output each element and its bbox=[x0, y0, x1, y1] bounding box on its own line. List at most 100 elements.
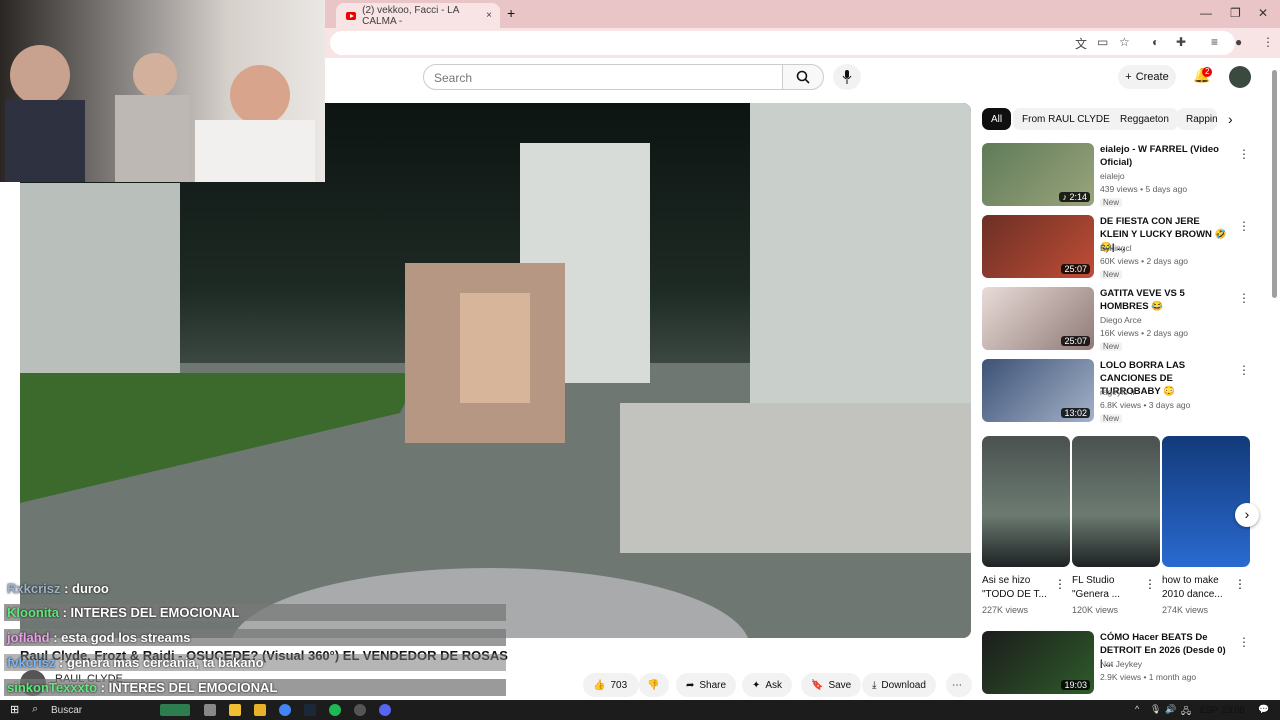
cast-icon[interactable]: ▭ bbox=[1097, 35, 1108, 49]
video-thumbnail[interactable]: ♪ 2:14 bbox=[982, 143, 1094, 206]
download-button[interactable]: ⤓ Download bbox=[862, 673, 936, 697]
short-views: 120K views bbox=[1072, 605, 1119, 615]
channel-name[interactable]: rageylo fr bbox=[1100, 387, 1135, 397]
notification-center-icon[interactable]: 💬 bbox=[1258, 704, 1269, 715]
more-vert-icon[interactable]: ⋮ bbox=[1238, 291, 1250, 305]
video-thumbnail[interactable]: 13:02 bbox=[982, 359, 1094, 422]
duration-badge: 13:02 bbox=[1061, 408, 1090, 418]
steam-icon[interactable] bbox=[304, 704, 316, 716]
taskbar bbox=[0, 700, 1280, 720]
search-input[interactable]: Search bbox=[423, 64, 783, 90]
channel-name[interactable]: Not Jeykey bbox=[1100, 659, 1142, 669]
video-thumbnail[interactable]: 25:07 bbox=[982, 287, 1094, 350]
new-tab-button[interactable]: + bbox=[507, 5, 515, 21]
folder-icon[interactable] bbox=[254, 704, 266, 716]
ask-button[interactable]: ✦ Ask bbox=[742, 673, 793, 697]
create-button[interactable]: + Create bbox=[1118, 65, 1176, 89]
windows-start-icon[interactable]: ⊞ bbox=[10, 703, 19, 716]
spotify-icon[interactable] bbox=[329, 704, 341, 716]
shorts-next-icon[interactable]: › bbox=[1235, 503, 1259, 527]
taskbar-search[interactable]: Buscar bbox=[51, 705, 82, 716]
more-vert-icon[interactable]: ⋮ bbox=[1238, 635, 1250, 649]
media-icon[interactable]: ≡ bbox=[1211, 35, 1218, 49]
chat-message: sinkonTexxxto : INTERES DEL EMOCIONAL bbox=[4, 679, 506, 696]
more-vert-icon[interactable]: ⋮ bbox=[1238, 219, 1250, 233]
more-vert-icon[interactable]: ⋮ bbox=[1238, 363, 1250, 377]
volume-icon[interactable]: 🔊 bbox=[1165, 704, 1176, 715]
browser-tab[interactable]: (2) vekkoo, Facci - LA CALMA - × bbox=[336, 3, 500, 28]
scrollbar-thumb[interactable] bbox=[1272, 70, 1277, 298]
recommendation-item[interactable]: 25:07 GATITA VEVE VS 5 HOMBRES 😂 Diego A… bbox=[982, 287, 1252, 353]
chip-all[interactable]: All bbox=[982, 108, 1012, 130]
maximize-icon[interactable]: ❐ bbox=[1230, 6, 1241, 20]
account-avatar[interactable] bbox=[1229, 66, 1251, 88]
chevron-right-icon[interactable]: › bbox=[1228, 111, 1233, 127]
tab-title: (2) vekkoo, Facci - LA CALMA - bbox=[362, 4, 459, 27]
short-title[interactable]: FL Studio "Genera ... bbox=[1072, 574, 1144, 602]
webcam-frame bbox=[5, 45, 315, 182]
recommendation-item[interactable]: 13:02 LOLO BORRA LAS CANCIONES DE TURROB… bbox=[982, 359, 1252, 425]
recommendation-item[interactable]: ♪ 2:14 eialejo - W FARREL (Video Oficial… bbox=[982, 143, 1252, 209]
channel-name[interactable]: Diego Arce bbox=[1100, 315, 1142, 325]
notification-badge: 2 bbox=[1202, 67, 1213, 77]
video-thumbnail[interactable]: 19:03 bbox=[982, 631, 1094, 694]
short-thumbnail[interactable] bbox=[1162, 436, 1250, 567]
file-explorer-icon[interactable] bbox=[229, 704, 241, 716]
chip-from-channel[interactable]: From RAUL CLYDE bbox=[1013, 108, 1119, 130]
search-button[interactable] bbox=[782, 64, 824, 90]
more-vert-icon[interactable]: ⋮ bbox=[1144, 577, 1156, 591]
network-icon[interactable]: 🖧 bbox=[1181, 704, 1191, 720]
duration-badge: 25:07 bbox=[1061, 336, 1090, 346]
widget-icon[interactable] bbox=[160, 704, 190, 716]
save-button[interactable]: 🔖 Save bbox=[801, 673, 862, 697]
like-button[interactable]: 👍 703 bbox=[583, 673, 639, 697]
bookmark-star-icon[interactable]: ☆ bbox=[1119, 35, 1130, 49]
obs-icon[interactable] bbox=[354, 704, 366, 716]
video-meta: 6.8K views • 3 days ago bbox=[1100, 400, 1191, 410]
short-thumbnail[interactable] bbox=[982, 436, 1070, 567]
short-title[interactable]: how to make 2010 dance... bbox=[1162, 574, 1234, 602]
minimize-icon[interactable]: — bbox=[1200, 6, 1212, 20]
chrome-icon[interactable] bbox=[279, 704, 291, 716]
chip-reggaeton[interactable]: Reggaeton bbox=[1111, 108, 1178, 130]
menu-icon[interactable]: ⋮ bbox=[1262, 35, 1274, 49]
save-label: Save bbox=[828, 679, 852, 691]
more-vert-icon[interactable]: ⋮ bbox=[1054, 577, 1066, 591]
dislike-button[interactable]: 👎 bbox=[639, 673, 669, 697]
recommendation-item[interactable]: 19:03 CÓMO Hacer BEATS De DETROIT En 202… bbox=[982, 631, 1252, 697]
short-title[interactable]: Asi se hizo "TODO DE T... bbox=[982, 574, 1054, 602]
video-title[interactable]: GATITA VEVE VS 5 HOMBRES 😂 bbox=[1100, 287, 1230, 313]
recommendation-item[interactable]: 25:07 DE FIESTA CON JERE KLEIN Y LUCKY B… bbox=[982, 215, 1252, 281]
more-actions-button[interactable]: ⋯ bbox=[946, 673, 972, 697]
video-frame bbox=[20, 103, 971, 638]
video-meta: 60K views • 2 days ago bbox=[1100, 256, 1189, 266]
channel-name[interactable]: Bykingcl bbox=[1100, 243, 1132, 253]
new-badge: New bbox=[1100, 270, 1123, 279]
task-view-icon[interactable] bbox=[204, 704, 216, 716]
language-indicator[interactable]: ESP bbox=[1200, 705, 1218, 715]
profile-icon[interactable]: ● bbox=[1235, 35, 1242, 49]
close-window-icon[interactable]: ✕ bbox=[1258, 6, 1268, 20]
chip-rapping[interactable]: Rappin bbox=[1177, 108, 1217, 130]
video-thumbnail[interactable]: 25:07 bbox=[982, 215, 1094, 278]
mic-tray-icon[interactable]: 🎙 bbox=[1150, 704, 1161, 715]
thumbs-down-icon: 👎 bbox=[647, 679, 660, 691]
discord-icon[interactable] bbox=[379, 704, 391, 716]
share-button[interactable]: ➦ Share bbox=[676, 673, 737, 697]
more-vert-icon[interactable]: ⋮ bbox=[1234, 577, 1246, 591]
taskbar-search-icon[interactable]: ⌕ bbox=[32, 703, 38, 716]
puzzle-icon[interactable]: ✚ bbox=[1176, 35, 1186, 49]
translate-icon[interactable]: 文 bbox=[1075, 35, 1087, 52]
video-meta: 2.9K views • 1 month ago bbox=[1100, 672, 1197, 682]
video-player[interactable] bbox=[20, 103, 971, 638]
tray-chevron-icon[interactable]: ^ bbox=[1135, 704, 1139, 714]
download-label: Download bbox=[881, 679, 926, 691]
channel-name[interactable]: eialejo bbox=[1100, 171, 1125, 181]
voice-search-button[interactable] bbox=[833, 64, 861, 90]
video-title[interactable]: eialejo - W FARREL (Video Oficial) bbox=[1100, 143, 1230, 169]
tab-close-icon[interactable]: × bbox=[486, 10, 492, 21]
more-vert-icon[interactable]: ⋮ bbox=[1238, 147, 1250, 161]
extension-icon[interactable]: ◐ bbox=[1152, 35, 1159, 49]
taskbar-clock[interactable]: 23:08 bbox=[1222, 705, 1245, 715]
short-thumbnail[interactable] bbox=[1072, 436, 1160, 567]
